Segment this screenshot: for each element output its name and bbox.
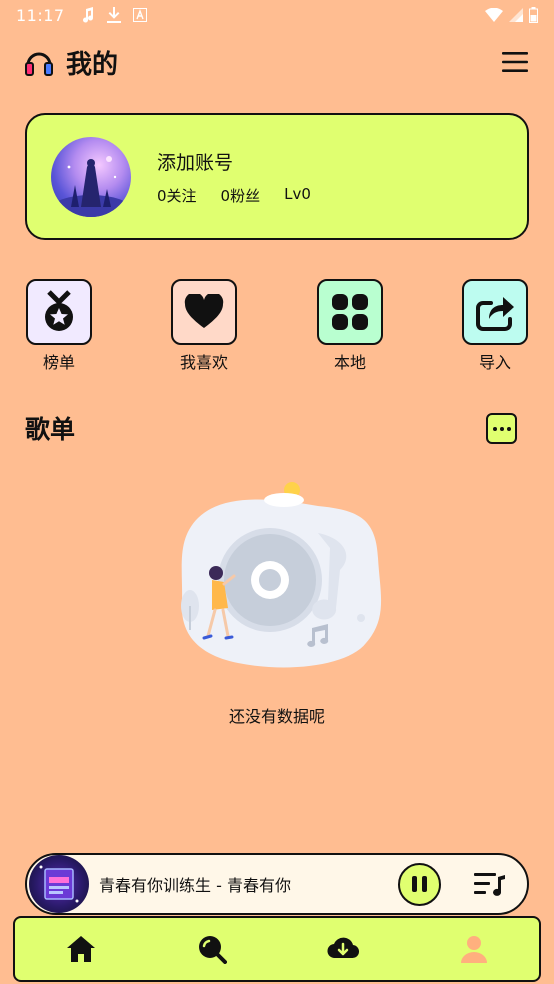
hamburger-menu-icon (502, 52, 528, 72)
signal-icon (509, 8, 523, 22)
playlist-icon (474, 873, 505, 896)
account-info: 添加账号 0关注 0粉丝 Lv0 (157, 148, 311, 206)
following-count[interactable]: 0关注 (157, 185, 197, 206)
headphones-icon (25, 52, 53, 76)
quick-action-import[interactable]: 导入 (461, 279, 529, 373)
charts-button[interactable] (26, 279, 92, 345)
playlist-section-title: 歌单 (25, 415, 76, 444)
user-level: Lv0 (284, 184, 311, 203)
user-icon (460, 936, 487, 963)
tab-mine[interactable] (434, 924, 514, 974)
status-bar: 11:17 (0, 0, 554, 30)
a-box-icon (132, 8, 147, 22)
pause-button[interactable] (398, 862, 441, 906)
share-icon (476, 297, 514, 331)
grid-icon (332, 294, 368, 330)
tab-search[interactable] (172, 924, 252, 974)
battery-icon (529, 7, 538, 23)
music-note-icon (82, 7, 93, 23)
quick-action-favorites[interactable]: 我喜欢 (170, 279, 238, 373)
now-playing-title[interactable]: 青春有你训练生 - 青春有你 (99, 872, 291, 896)
playlist-button[interactable] (473, 867, 507, 901)
album-cover-art (39, 865, 79, 903)
home-icon (66, 936, 95, 962)
pause-icon (412, 876, 417, 892)
local-button[interactable] (317, 279, 383, 345)
favorites-button[interactable] (171, 279, 237, 345)
page-title: 我的 (66, 49, 119, 80)
tab-download[interactable] (303, 924, 383, 974)
tab-home[interactable] (41, 924, 121, 974)
wifi-icon (485, 8, 503, 22)
charts-label: 榜单 (42, 353, 75, 372)
download-icon (106, 7, 121, 23)
local-label: 本地 (333, 353, 366, 372)
avatar[interactable] (51, 136, 131, 217)
empty-state-text: 还没有数据呢 (228, 707, 325, 726)
cloud-download-icon (327, 937, 359, 959)
quick-action-local[interactable]: 本地 (316, 279, 384, 373)
followers-count[interactable]: 0粉丝 (221, 185, 261, 206)
bottom-tab-bar (13, 916, 541, 982)
quick-action-charts[interactable]: 榜单 (25, 279, 93, 373)
menu-button[interactable] (500, 47, 530, 77)
empty-illustration (181, 482, 382, 668)
medal-icon (45, 290, 73, 331)
quick-actions: 榜单 我喜欢 本地 导入 (25, 279, 530, 373)
import-button[interactable] (462, 279, 528, 345)
account-card[interactable]: 添加账号 0关注 0粉丝 Lv0 (25, 113, 529, 240)
page-header: 我的 (24, 42, 530, 82)
import-label: 导入 (478, 353, 511, 372)
favorites-label: 我喜欢 (179, 353, 228, 372)
search-icon (198, 936, 227, 964)
mini-player[interactable]: 青春有你训练生 - 青春有你 (25, 853, 529, 915)
album-cover[interactable] (29, 855, 89, 913)
avatar-art (51, 155, 131, 217)
add-account-link[interactable]: 添加账号 (157, 148, 311, 175)
heart-icon (184, 294, 224, 328)
playlist-more-button[interactable] (486, 413, 517, 444)
status-time: 11:17 (16, 5, 65, 25)
more-dots-icon (492, 426, 497, 431)
